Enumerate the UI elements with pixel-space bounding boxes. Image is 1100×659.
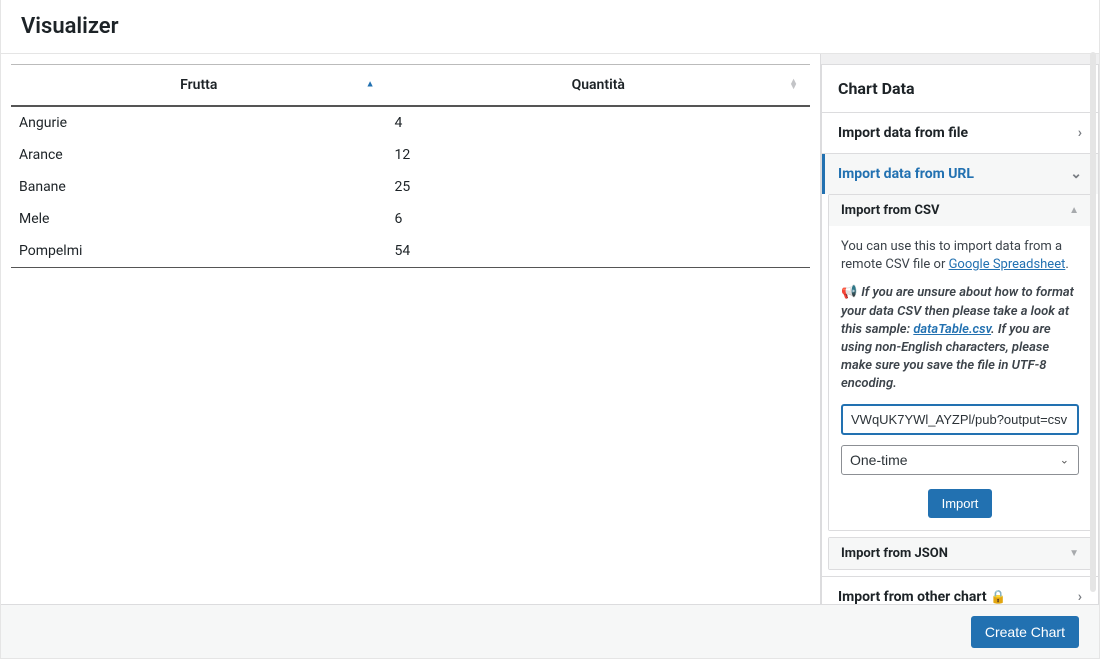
accordion-label: Import data from URL	[838, 166, 974, 182]
accordion-label: Import data from file	[838, 125, 968, 141]
column-label: Quantità	[572, 77, 625, 93]
csv-help-text: You can use this to import data from a r…	[841, 238, 1079, 274]
lock-icon: 🔒	[990, 590, 1006, 605]
data-table: Frutta Quantità Angurie 4 Arance 12	[11, 64, 810, 268]
cell: Pompelmi	[11, 235, 387, 268]
sub-accordion-csv-header[interactable]: Import from CSV ▲	[829, 195, 1091, 226]
table-row: Arance 12	[11, 139, 810, 171]
footer-bar: Create Chart	[1, 604, 1099, 658]
text: Import from other chart	[838, 589, 987, 605]
accordion-import-from-file[interactable]: Import data from file ›	[822, 113, 1098, 153]
csv-import-body: You can use this to import data from a r…	[829, 226, 1091, 530]
chevron-down-icon: ⌄	[1070, 166, 1082, 182]
cell: 54	[387, 235, 810, 268]
page-header: Visualizer	[1, 0, 1099, 54]
chevron-right-icon: ›	[1078, 589, 1082, 605]
table-row: Pompelmi 54	[11, 235, 810, 268]
table-row: Mele 6	[11, 203, 810, 235]
column-header-quantita[interactable]: Quantità	[387, 65, 810, 107]
chart-data-panel: Chart Data Import data from file › Impor…	[821, 64, 1099, 608]
sub-accordion-csv: Import from CSV ▲ You can use this to im…	[828, 194, 1092, 531]
sub-accordion-json-header[interactable]: Import from JSON ▼	[829, 538, 1091, 569]
cell: 25	[387, 171, 810, 203]
sample-csv-link[interactable]: dataTable.csv	[913, 322, 991, 337]
table-row: Angurie 4	[11, 106, 810, 139]
sub-accordion-label: Import from JSON	[841, 546, 948, 561]
megaphone-icon: 📢	[841, 285, 857, 300]
cell: Mele	[11, 203, 387, 235]
csv-format-hint: 📢If you are unsure about how to format y…	[841, 284, 1079, 393]
scrollbar[interactable]	[1090, 52, 1096, 592]
import-button[interactable]: Import	[928, 489, 993, 518]
cell: 6	[387, 203, 810, 235]
google-spreadsheet-link[interactable]: Google Spreadsheet	[949, 257, 1066, 272]
sort-icon	[789, 80, 798, 90]
sort-asc-icon	[366, 83, 375, 88]
csv-url-input[interactable]	[841, 404, 1079, 435]
chart-preview-area: Frutta Quantità Angurie 4 Arance 12	[1, 54, 820, 608]
create-chart-button[interactable]: Create Chart	[971, 616, 1079, 648]
collapse-up-icon: ▲	[1069, 205, 1079, 216]
cell: Banane	[11, 171, 387, 203]
settings-sidebar: Chart Data Import data from file › Impor…	[820, 54, 1099, 608]
import-frequency-select[interactable]: One-time	[841, 445, 1079, 475]
cell: Angurie	[11, 106, 387, 139]
cell: 4	[387, 106, 810, 139]
accordion-label: Import from other chart 🔒	[838, 589, 1006, 605]
cell: 12	[387, 139, 810, 171]
sub-accordion-json: Import from JSON ▼	[828, 537, 1092, 570]
panel-title: Chart Data	[822, 65, 1098, 112]
cell: Arance	[11, 139, 387, 171]
accordion-import-from-url[interactable]: Import data from URL ⌄	[822, 154, 1098, 194]
expand-down-icon: ▼	[1069, 548, 1079, 559]
column-label: Frutta	[180, 77, 217, 93]
table-row: Banane 25	[11, 171, 810, 203]
sub-accordion-label: Import from CSV	[841, 203, 939, 218]
chevron-right-icon: ›	[1078, 125, 1082, 141]
column-header-frutta[interactable]: Frutta	[11, 65, 387, 107]
page-title: Visualizer	[21, 14, 1079, 39]
